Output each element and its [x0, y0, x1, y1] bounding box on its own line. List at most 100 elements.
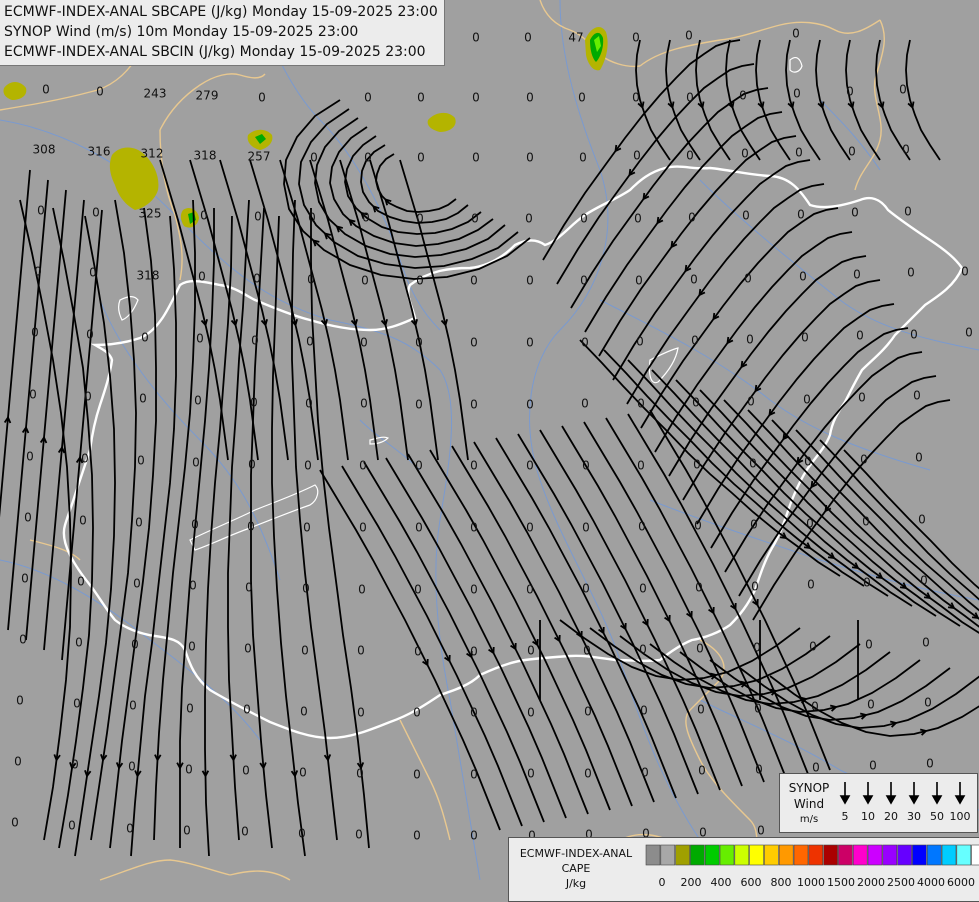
- map-value-label: 0: [694, 519, 702, 533]
- cape-swatch: [852, 844, 868, 866]
- map-value-label: 0: [34, 265, 42, 279]
- map-value-label: 0: [582, 582, 590, 596]
- map-value-label: 0: [902, 143, 910, 157]
- map-value-label: 0: [360, 397, 368, 411]
- map-value-label: 0: [92, 206, 100, 220]
- map-value-label: 0: [526, 583, 534, 597]
- map-value-label: 0: [526, 521, 534, 535]
- cape-swatch: [941, 844, 957, 866]
- map-value-label: 0: [862, 515, 870, 529]
- cape-value: 800: [770, 876, 792, 889]
- map-value-label: 0: [526, 398, 534, 412]
- map-value-label: 0: [415, 459, 423, 473]
- map-value-label: 0: [73, 697, 81, 711]
- map-value-label: 0: [915, 451, 923, 465]
- map-value-label: 0: [806, 517, 814, 531]
- map-value-label: 0: [470, 645, 478, 659]
- map-value-label: 0: [632, 31, 640, 45]
- cape-swatch: [838, 844, 853, 866]
- map-value-label: 0: [304, 459, 312, 473]
- cape-value: 6000: [947, 876, 975, 889]
- map-value-label: 0: [357, 706, 365, 720]
- map-value-label: 0: [582, 459, 590, 473]
- map-value-label: 0: [685, 29, 693, 43]
- map-value-label: 0: [747, 395, 755, 409]
- map-value-label: 0: [355, 828, 363, 842]
- map-value-label: 0: [470, 459, 478, 473]
- map-value-label: 0: [19, 633, 27, 647]
- map-value-label: 0: [68, 819, 76, 833]
- map-value-label: 0: [196, 332, 204, 346]
- map-value-label: 0: [584, 705, 592, 719]
- map-value-label: 279: [196, 89, 219, 103]
- wind-value: 100: [949, 810, 971, 823]
- map-value-label: 0: [635, 274, 643, 288]
- map-value-label: 0: [527, 767, 535, 781]
- map-value-label: 0: [922, 636, 930, 650]
- map-value-label: 0: [470, 398, 478, 412]
- wind-arrow-icon: [954, 782, 966, 805]
- map-value-label: 0: [793, 87, 801, 101]
- map-value-label: 0: [14, 755, 22, 769]
- cape-swatch: [660, 844, 676, 866]
- map-value-label: 0: [846, 85, 854, 99]
- map-value-label: 0: [811, 700, 819, 714]
- map-value-label: 0: [470, 706, 478, 720]
- map-value-label: 0: [907, 266, 915, 280]
- map-value-label: 0: [415, 336, 423, 350]
- map-value-label: 0: [869, 759, 877, 773]
- map-value-label: 0: [636, 335, 644, 349]
- map-value-label: 0: [417, 151, 425, 165]
- map-value-label: 0: [358, 583, 366, 597]
- map-value-label: 0: [637, 397, 645, 411]
- map-value-label: 0: [860, 453, 868, 467]
- map-value-label: 0: [581, 336, 589, 350]
- map-value-label: 0: [137, 454, 145, 468]
- map-value-label: 0: [795, 146, 803, 160]
- map-value-label: 0: [526, 91, 534, 105]
- map-value-label: 0: [688, 211, 696, 225]
- map-value-label: 0: [37, 204, 45, 218]
- map-value-label: 47: [568, 31, 583, 45]
- map-value-label: 0: [241, 825, 249, 839]
- map-value-label: 0: [848, 145, 856, 159]
- map-value-label: 0: [924, 696, 932, 710]
- map-value-label: 0: [416, 274, 424, 288]
- map-value-label: 0: [200, 209, 208, 223]
- cape-swatch: [808, 844, 824, 866]
- map-value-label: 0: [809, 640, 817, 654]
- map-value-label: 0: [133, 577, 141, 591]
- map-value-label: 0: [188, 640, 196, 654]
- map-header: ECMWF-INDEX-ANAL SBCAPE (J/kg) Monday 15…: [0, 0, 445, 66]
- map-value-label: 0: [526, 274, 534, 288]
- map-value-label: 0: [186, 702, 194, 716]
- map-value-label: 0: [856, 329, 864, 343]
- map-value-label: 0: [525, 212, 533, 226]
- map-value-label: 0: [741, 147, 749, 161]
- map-value-label: 0: [803, 393, 811, 407]
- map-value-label: 0: [470, 274, 478, 288]
- map-value-label: 0: [867, 698, 875, 712]
- header-sbcin: ECMWF-INDEX-ANAL SBCIN (J/kg) Monday 15-…: [4, 44, 426, 60]
- map-value-label: 0: [301, 644, 309, 658]
- map-value-label: 0: [75, 636, 83, 650]
- map-value-label: 0: [863, 576, 871, 590]
- map-value-label: 0: [303, 521, 311, 535]
- map-value-label: 0: [472, 91, 480, 105]
- map-value-label: 0: [42, 83, 50, 97]
- map-value-label: 0: [141, 331, 149, 345]
- cape-swatch: [912, 844, 927, 866]
- map-value-label: 0: [299, 766, 307, 780]
- map-value-label: 318: [137, 269, 160, 283]
- map-value-label: 0: [360, 336, 368, 350]
- map-value-label: 0: [853, 268, 861, 282]
- map-value-label: 0: [749, 457, 757, 471]
- map-value-label: 0: [417, 91, 425, 105]
- map-value-label: 0: [31, 326, 39, 340]
- weather-map[interactable]: 0 0 0 0 47 0 0 0 0 0 243 279 0 0 0 0 0 0 0 0 0 0 0 0 308 316 312 31…: [0, 0, 979, 900]
- map-value-label: 0: [899, 83, 907, 97]
- map-value-label: 0: [135, 516, 143, 530]
- map-value-label: 0: [633, 149, 641, 163]
- map-value-label: 0: [910, 328, 918, 342]
- map-value-label: 0: [131, 638, 139, 652]
